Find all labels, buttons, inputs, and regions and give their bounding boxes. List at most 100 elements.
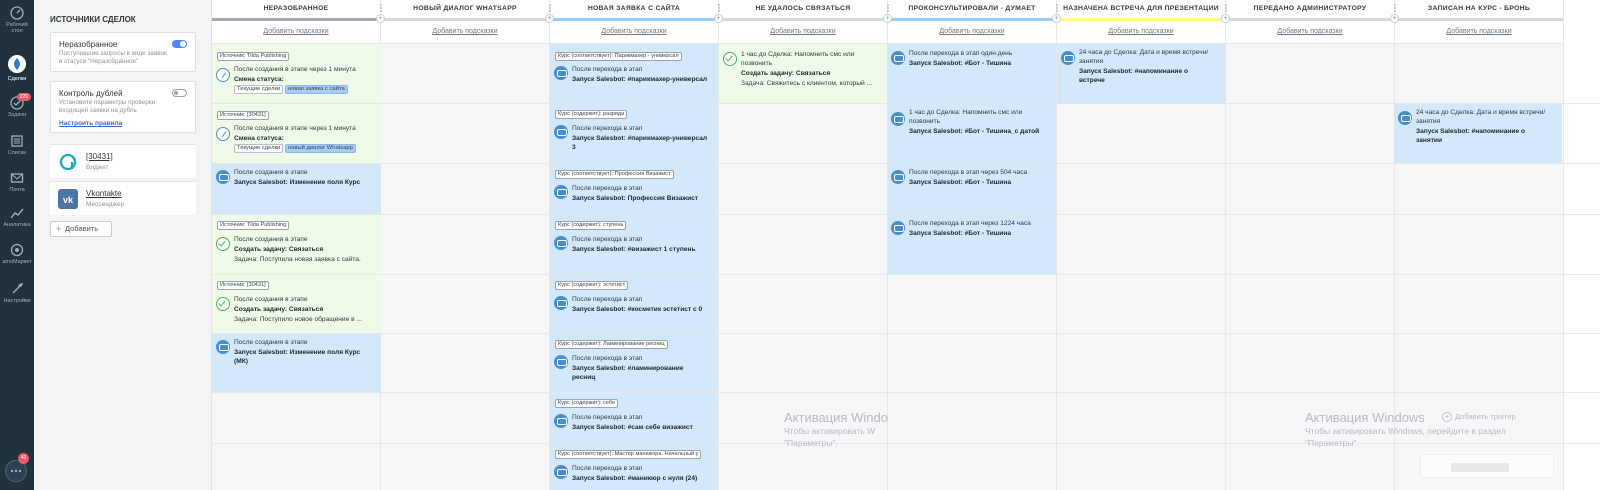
trigger-cell[interactable]: Курс (содержит): ступень После перехода … (550, 215, 718, 274)
column-title[interactable]: ПЕРЕДАНО АДМИНИСТРАТОРУ (1226, 0, 1394, 20)
column-drag-handle-icon[interactable] (886, 4, 890, 14)
column-title[interactable]: НАЗНАЧЕНА ВСТРЕЧА ДЛЯ ПРЕЗЕНТАЦИИ (1057, 0, 1225, 20)
trigger-cell[interactable]: Источник: Tilda Publishing После создани… (212, 215, 381, 274)
task-check-icon (216, 237, 230, 251)
trigger-cell[interactable]: Курс (содержит): Ламинирование ресниц По… (550, 334, 718, 392)
trigger-cell[interactable]: Источник: [30431] После создания в этапе… (212, 104, 381, 163)
trigger-timing: После перехода в этап (572, 296, 643, 303)
trigger-action: Создать задачу: Связаться (741, 70, 831, 77)
mail-icon (10, 173, 24, 183)
trigger-timing: После перехода в этап через 504 часа (909, 169, 1028, 176)
column-title[interactable]: НОВЫЙ ДИАЛОГ WHATSAPP (381, 0, 549, 20)
column-drag-handle-icon[interactable] (379, 4, 383, 14)
add-column-plus-icon[interactable]: + (1052, 14, 1061, 23)
salesbot-icon (554, 355, 568, 369)
trigger-timing-cont: позвонить (909, 118, 941, 125)
nav-item-lists[interactable]: Списки (0, 134, 34, 156)
nav-item-settings[interactable]: Настройки (0, 282, 34, 304)
trigger-cell[interactable]: 1 час до Сделка: Напомнить смс или позво… (887, 104, 1056, 163)
widget-source-item[interactable]: [30431] Виджет (50, 144, 196, 178)
trigger-cell[interactable]: После перехода в этап через 1224 часа За… (887, 215, 1056, 274)
nav-item-dashboard[interactable]: Рабочий стол (0, 6, 34, 34)
add-column-plus-icon[interactable]: + (376, 14, 385, 23)
add-trigger-button[interactable]: + Добавить триггер (1442, 412, 1516, 422)
salesbot-icon (554, 125, 568, 139)
add-column-plus-icon[interactable]: + (714, 14, 723, 23)
add-column-plus-icon[interactable]: + (883, 14, 892, 23)
add-column-plus-icon[interactable]: + (1221, 14, 1230, 23)
column-drag-handle-icon[interactable] (717, 4, 721, 14)
column-drag-handle-icon[interactable] (1224, 4, 1228, 14)
trigger-timing: После перехода в этап (572, 185, 643, 192)
trigger-cell[interactable]: 1 час до Сделка: Напомнить смс или позво… (719, 44, 887, 103)
add-hint-link[interactable]: Добавить подсказки (550, 21, 718, 44)
watermark-title: Активация Windo (784, 410, 888, 425)
trigger-cell[interactable]: 24 часа до Сделка: Дата и время встречи/… (1394, 104, 1562, 163)
condition-tag: Курс (соответствует): Парикмахер - униве… (555, 52, 682, 61)
condition-tag: Курс (содержит): эстетист (555, 281, 629, 290)
trigger-cell[interactable]: Курс (соответствует): Профессия Визажист… (550, 164, 718, 214)
column-drag-handle-icon[interactable] (548, 4, 552, 14)
trigger-cell[interactable]: 24 часа до Сделка: Дата и время встречи/… (1057, 44, 1225, 103)
nav-item-analytics[interactable]: Аналитика (0, 206, 34, 228)
trigger-cell[interactable]: Источник: [30431] После создания в этапе… (212, 275, 381, 333)
column-title[interactable]: НОВАЯ ЗАЯВКА С САЙТА (550, 0, 718, 20)
column-title[interactable]: ПРОКОНСУЛЬТИРОВАЛИ - ДУМАЕТ (888, 0, 1056, 20)
trigger-cell[interactable]: После перехода в этап через 504 часа Зап… (887, 164, 1056, 214)
trigger-action: Запуск Salesbot: #косметик эстетист с 0 (572, 306, 703, 313)
trigger-action: Запуск Salesbot: #напоминание о (1416, 128, 1525, 135)
add-hint-link[interactable]: Добавить подсказки (1395, 21, 1563, 44)
add-column-plus-icon[interactable]: + (1390, 14, 1399, 23)
nav-label: Рабочий стол (6, 22, 28, 34)
trigger-cell[interactable]: Источник: Tilda Publishing После создани… (212, 44, 381, 103)
trigger-timing: После перехода в этап (572, 125, 643, 132)
trigger-timing: 24 часа до Сделка: Дата и время встречи/ (1079, 49, 1209, 56)
duplicates-toggle[interactable] (172, 89, 187, 97)
add-hint-link[interactable]: Добавить подсказки (719, 21, 887, 44)
placeholder-box (1420, 454, 1554, 478)
add-hint-link[interactable]: Добавить подсказки (212, 21, 380, 44)
column-drag-handle-icon[interactable] (1393, 4, 1397, 14)
add-hint-link[interactable]: Добавить подсказки (1226, 21, 1394, 44)
trigger-cell[interactable]: Курс (содержит): эстетист После перехода… (550, 275, 718, 333)
trigger-action: Запуск Salesbot: #Бот - Тишина_с датой (909, 128, 1040, 135)
trigger-cell[interactable]: После создания в этапе Запуск Salesbot: … (212, 164, 381, 214)
trigger-cell[interactable]: Курс (содержит): разряда После перехода … (550, 104, 718, 163)
nav-item-market[interactable]: amoМаркет (0, 243, 34, 265)
nav-label: Настройки (3, 298, 31, 304)
market-icon (10, 243, 24, 257)
vk-source-item[interactable]: vk Vkontakte Мессенджер (50, 181, 196, 215)
add-hint-link[interactable]: Добавить подсказки (888, 21, 1056, 44)
trigger-cell[interactable]: После перехода в этап один день Запуск S… (887, 44, 1056, 103)
nav-item-tasks[interactable]: 226 Задачи (0, 93, 34, 118)
column-title[interactable]: НЕ УДАЛОСЬ СВЯЗАТЬСЯ (719, 0, 887, 20)
unsorted-source-card[interactable]: Неразобранное Поступившие запросы в виде… (50, 32, 196, 72)
nav-item-deals[interactable]: Сделки (0, 54, 34, 82)
trigger-action: Запуск Salesbot: #парикмахер-универсал (572, 76, 708, 83)
pipeline-chip: Текущие сделки (234, 85, 284, 94)
trigger-timing: 1 час до Сделка: Напомнить смс или (909, 109, 1023, 116)
widget-sub: Виджет (86, 164, 109, 171)
add-hint-link[interactable]: Добавить подсказки (1057, 21, 1225, 44)
add-source-button[interactable]: + Добавить (50, 221, 112, 237)
trigger-cell[interactable]: После создания в этапе Запуск Salesbot: … (212, 334, 381, 392)
add-hint-link[interactable]: Добавить подсказки (381, 21, 549, 44)
trigger-action: Смена статуса: (234, 135, 284, 142)
chat-icon (10, 469, 22, 473)
column-title[interactable]: ЗАПИСАН НА КУРС - БРОНЬ (1395, 0, 1563, 20)
nav-item-mail[interactable]: Почта (0, 171, 34, 193)
vk-icon: vk (58, 189, 78, 209)
trigger-cell[interactable]: Курс (соответствует): Парикмахер - униве… (550, 44, 718, 103)
duplicates-source-card[interactable]: Контроль дублей Установите параметры про… (50, 81, 196, 133)
column-title[interactable]: НЕРАЗОБРАННОЕ (212, 0, 380, 20)
nav-label: Аналитика (3, 222, 31, 228)
add-column-plus-icon[interactable]: + (545, 14, 554, 23)
trigger-timing: После создания в этапе через 1 минута (234, 125, 356, 132)
unsorted-toggle[interactable] (172, 40, 187, 48)
column-drag-handle-icon[interactable] (1055, 4, 1059, 14)
trigger-action: Смена статуса: (234, 76, 284, 83)
task-text: Задача: Поступило новое обращение в ... (234, 316, 362, 323)
trigger-cell[interactable]: Курс (содержит): себе После перехода в э… (550, 393, 718, 443)
configure-rules-link[interactable]: Настроить правила (59, 120, 122, 127)
trigger-cell[interactable]: Курс (соответствует): Мастер маникюра. Н… (550, 444, 718, 490)
